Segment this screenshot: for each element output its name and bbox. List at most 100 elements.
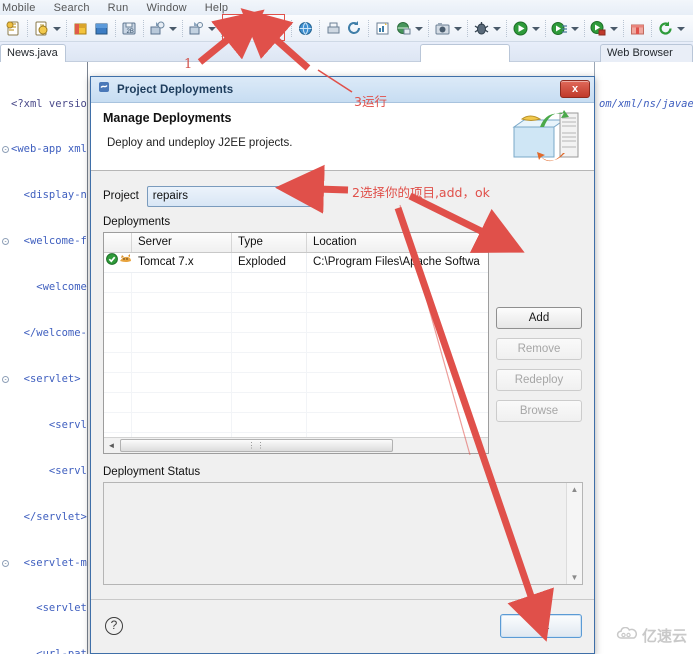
annotation-note-run: 3运行 [354, 94, 387, 109]
code-line: <servl [11, 464, 87, 477]
print-icon[interactable] [324, 19, 343, 38]
code-line: <servl [11, 418, 87, 431]
deployment-status-box[interactable]: ▲ ▼ [103, 482, 583, 585]
close-icon[interactable]: x [560, 80, 590, 98]
code-line: <?xml versio [11, 97, 87, 110]
deploy-alt-icon[interactable] [187, 19, 206, 38]
chevron-down-icon[interactable] [301, 194, 312, 201]
dialog-body: Project repairs Deployments Server Type … [91, 171, 594, 585]
scroll-down-icon[interactable]: ▼ [571, 571, 579, 584]
dialog-titlebar[interactable]: Project Deployments x [91, 77, 594, 103]
dropdown-arrow-icon[interactable] [676, 19, 685, 38]
code-line: <display-n [11, 189, 87, 202]
gift-icon[interactable] [628, 19, 647, 38]
menu-item-window[interactable]: Window [146, 2, 186, 14]
dropdown-arrow-icon[interactable] [207, 19, 216, 38]
editor-right-pane[interactable]: om/xml/ns/javae [594, 62, 693, 654]
save-all-icon[interactable]: 2B [120, 19, 139, 38]
toolbar-separator [584, 19, 585, 37]
menu-item-run[interactable]: Run [108, 2, 129, 14]
watermark: 亿速云 [616, 625, 687, 646]
empty-row[interactable] [104, 293, 488, 313]
deployments-table[interactable]: Server Type Location Tomcat 7.x Exploded… [103, 232, 489, 454]
new-file-icon[interactable] [4, 19, 23, 38]
scrollbar-thumb[interactable]: ⋮⋮ [120, 439, 393, 452]
empty-row[interactable] [104, 373, 488, 393]
xml-editor-pane[interactable]: <?xml versio - <web-app xml <display-n - … [0, 62, 88, 654]
empty-row[interactable] [104, 273, 488, 293]
project-select[interactable]: repairs [146, 185, 319, 207]
dropdown-arrow-icon[interactable] [52, 19, 61, 38]
run-profile-icon[interactable] [550, 19, 569, 38]
fold-toggle-icon[interactable]: - [2, 146, 9, 154]
web-secure-icon[interactable] [394, 19, 413, 38]
refresh-icon[interactable] [345, 19, 364, 38]
svg-text:2B: 2B [127, 29, 134, 35]
fold-toggle-icon[interactable]: - [2, 375, 9, 383]
empty-row[interactable] [104, 353, 488, 373]
dropdown-arrow-icon[interactable] [453, 19, 462, 38]
row-status-cell [104, 253, 132, 273]
tab-news-java[interactable]: News.java [0, 44, 66, 62]
empty-row[interactable] [104, 413, 488, 433]
dropdown-arrow-icon[interactable] [531, 19, 540, 38]
row-location-cell: C:\Program Files\Apache Softwa [313, 255, 480, 268]
camera-icon[interactable] [433, 19, 452, 38]
dropdown-arrow-icon[interactable] [570, 19, 579, 38]
dropdown-arrow-icon[interactable] [277, 19, 286, 38]
scroll-left-icon[interactable]: ◄ [104, 438, 119, 453]
help-question-icon[interactable]: ? [105, 617, 123, 635]
menu-item-help[interactable]: Help [205, 2, 228, 14]
fold-toggle-icon[interactable]: - [2, 559, 9, 567]
table-horizontal-scrollbar[interactable]: ◄ ⋮⋮ [104, 437, 488, 453]
menu-item-search[interactable]: Search [54, 2, 90, 14]
new-wizard-icon[interactable] [32, 19, 51, 38]
refresh-green-icon[interactable] [656, 19, 675, 38]
new-report-icon[interactable] [373, 19, 392, 38]
project-label: Project [103, 190, 139, 202]
menu-item-mobile[interactable]: Mobile [2, 2, 36, 14]
code-line: <servlet-m [11, 556, 87, 569]
column-header-location[interactable]: Location [307, 233, 488, 252]
code-line: <servlet> [11, 372, 81, 385]
code-line: <servlet [11, 602, 87, 615]
toolbar-separator [467, 19, 468, 37]
empty-row[interactable] [104, 333, 488, 353]
tab-middle[interactable] [420, 44, 510, 62]
package-icon[interactable] [71, 19, 90, 38]
project-deployments-icon[interactable] [228, 19, 247, 38]
editor-tabstrip: News.java Web Browser [0, 42, 693, 62]
deploy-icon[interactable] [148, 19, 167, 38]
column-header-type[interactable]: Type [232, 233, 307, 252]
dropdown-arrow-icon[interactable] [609, 19, 618, 38]
table-row[interactable]: Tomcat 7.x Exploded C:\Program Files\Apa… [104, 252, 488, 273]
deployments-label: Deployments [103, 216, 171, 228]
toolbar-separator [221, 19, 222, 37]
scroll-up-icon[interactable]: ▲ [571, 483, 579, 496]
dropdown-arrow-icon[interactable] [168, 19, 177, 38]
code-line: <web-app xml [11, 143, 87, 156]
code-line: <welcome [11, 281, 87, 294]
annotation-note-select: 2选择你的项目,add，ok [352, 185, 490, 200]
column-header-status[interactable] [104, 233, 132, 252]
run-server-icon[interactable] [257, 19, 276, 38]
empty-row[interactable] [104, 393, 488, 413]
empty-row[interactable] [104, 313, 488, 333]
run-lock-icon[interactable] [589, 19, 608, 38]
code-line: <url-pat [11, 648, 87, 654]
table-header-row: Server Type Location [104, 233, 488, 253]
dropdown-arrow-icon[interactable] [414, 19, 423, 38]
project-deployments-dialog: Project Deployments x Manage Deployments… [90, 76, 595, 654]
tab-web-browser[interactable]: Web Browser [600, 44, 693, 62]
debug-bug-icon[interactable] [472, 19, 491, 38]
dropdown-arrow-icon[interactable] [492, 19, 501, 38]
status-vertical-scrollbar[interactable]: ▲ ▼ [566, 483, 582, 584]
column-header-server[interactable]: Server [132, 233, 232, 252]
fold-toggle-icon[interactable]: - [2, 238, 9, 246]
add-button[interactable]: Add [496, 307, 582, 329]
web-globe-icon[interactable] [296, 19, 315, 38]
toolbar-separator [115, 19, 116, 37]
ok-button[interactable]: OK [500, 614, 582, 638]
package-blue-icon[interactable] [92, 19, 111, 38]
run-icon[interactable] [511, 19, 530, 38]
